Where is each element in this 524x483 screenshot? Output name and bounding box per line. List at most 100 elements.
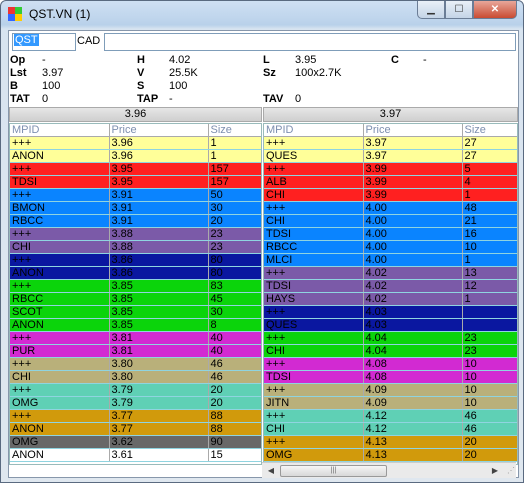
order-price: 3.80 xyxy=(109,357,209,371)
order-row[interactable]: JITN 4.09 10 xyxy=(264,396,517,410)
order-row[interactable]: +++ 3.96 1 xyxy=(10,136,261,150)
order-row[interactable]: CHI 4.12 46 xyxy=(264,422,517,436)
order-size: 48 xyxy=(462,201,517,215)
order-row[interactable]: PUR 3.81 40 xyxy=(10,344,261,358)
order-row[interactable]: RBCC 3.91 20 xyxy=(10,214,261,228)
order-row[interactable]: CHI 3.80 46 xyxy=(10,370,261,384)
order-row[interactable]: +++ 3.99 5 xyxy=(264,162,517,176)
order-row[interactable]: +++ 3.97 27 xyxy=(264,136,517,150)
order-row[interactable]: OMG 3.62 90 xyxy=(10,435,261,449)
order-row[interactable]: ANON 3.96 1 xyxy=(10,149,261,163)
ask-horizontal-scrollbar[interactable]: ◀ ||| ▶ xyxy=(262,462,516,478)
order-row[interactable]: +++ 3.88 23 xyxy=(10,227,261,241)
order-mpid: OMG xyxy=(10,396,110,410)
scroll-right-icon[interactable]: ▶ xyxy=(488,464,502,477)
order-row[interactable]: +++ 4.09 10 xyxy=(264,383,517,397)
order-row[interactable]: RBCC 4.00 10 xyxy=(264,240,517,254)
order-row[interactable]: +++ 3.85 83 xyxy=(10,279,261,293)
order-size: 4 xyxy=(462,175,517,189)
order-mpid: +++ xyxy=(264,357,364,371)
ask-price-header[interactable]: Price xyxy=(363,124,463,137)
order-size: 27 xyxy=(462,136,517,150)
order-row[interactable]: +++ 4.03 xyxy=(264,305,517,319)
order-row[interactable]: CHI 3.88 23 xyxy=(10,240,261,254)
bid-size-header[interactable]: Size xyxy=(208,124,261,137)
order-row[interactable]: +++ 4.13 20 xyxy=(264,435,517,449)
order-row[interactable]: ANON 3.77 88 xyxy=(10,422,261,436)
order-row[interactable]: +++ 3.95 157 xyxy=(10,162,261,176)
order-row[interactable]: ANON 3.61 15 xyxy=(10,448,261,462)
extra-input[interactable] xyxy=(104,33,516,51)
order-row[interactable]: +++ 3.77 88 xyxy=(10,409,261,423)
order-size: 27 xyxy=(462,149,517,163)
order-row[interactable]: +++ 3.79 20 xyxy=(10,383,261,397)
order-row[interactable]: OMG 4.13 20 xyxy=(264,448,517,462)
order-row[interactable]: +++ 4.02 13 xyxy=(264,266,517,280)
title-bar[interactable]: QST.VN (1) ▁ ☐ ✕ xyxy=(1,1,523,27)
order-row[interactable]: CHI 3.99 1 xyxy=(264,188,517,202)
order-row[interactable]: +++ 4.04 23 xyxy=(264,331,517,345)
order-row[interactable]: QUES 3.97 27 xyxy=(264,149,517,163)
symbol-input[interactable]: QST xyxy=(12,33,76,51)
bid-mpid-header[interactable]: MPID xyxy=(10,124,110,137)
order-row[interactable]: SCOT 3.85 30 xyxy=(10,305,261,319)
order-row[interactable]: +++ 4.12 46 xyxy=(264,409,517,423)
order-row[interactable]: +++ 4.00 48 xyxy=(264,201,517,215)
order-row[interactable]: CHI 4.00 21 xyxy=(264,214,517,228)
order-mpid: QUES xyxy=(264,318,364,332)
order-size: 45 xyxy=(208,292,261,306)
scroll-left-icon[interactable]: ◀ xyxy=(264,464,278,477)
order-size: 80 xyxy=(208,266,261,280)
order-row[interactable]: TDSI 3.95 157 xyxy=(10,175,261,189)
order-row[interactable]: MLCI 4.00 1 xyxy=(264,253,517,267)
bid-book[interactable]: MPID Price Size +++ 3.96 1 ANON 3.96 1 +++ 3.95… xyxy=(9,123,262,465)
order-mpid: +++ xyxy=(264,383,364,397)
bid-price-header[interactable]: Price xyxy=(109,124,209,137)
high-value: 4.02 xyxy=(169,54,191,66)
order-row[interactable]: +++ 3.81 40 xyxy=(10,331,261,345)
order-size: 30 xyxy=(208,201,261,215)
order-size: 40 xyxy=(208,344,261,358)
order-row[interactable]: TDSI 4.00 16 xyxy=(264,227,517,241)
ask-size-header[interactable]: Size xyxy=(462,124,517,137)
order-row[interactable]: HAYS 4.02 1 xyxy=(264,292,517,306)
order-row[interactable]: OMG 3.79 20 xyxy=(10,396,261,410)
ask-table: MPID Price Size +++ 3.97 27 QUES 3.97 27 +++ 3.… xyxy=(264,124,517,462)
order-price: 4.09 xyxy=(363,383,463,397)
order-row[interactable]: +++ 3.86 80 xyxy=(10,253,261,267)
order-size: 83 xyxy=(208,279,261,293)
order-mpid: CHI xyxy=(264,188,364,202)
scroll-thumb[interactable]: ||| xyxy=(280,465,387,477)
order-row[interactable]: ANON 3.85 8 xyxy=(10,318,261,332)
order-row[interactable]: TDSI 4.08 10 xyxy=(264,370,517,384)
order-row[interactable]: TDSI 4.02 12 xyxy=(264,279,517,293)
volume-label: V xyxy=(137,67,145,79)
order-mpid: +++ xyxy=(264,435,364,449)
order-mpid: +++ xyxy=(10,162,110,176)
order-size: 10 xyxy=(462,396,517,410)
order-mpid: CHI xyxy=(264,344,364,358)
order-row[interactable]: BMON 3.91 30 xyxy=(10,201,261,215)
order-row[interactable]: +++ 4.08 10 xyxy=(264,357,517,371)
order-row[interactable]: CHI 4.04 23 xyxy=(264,344,517,358)
order-size xyxy=(462,305,517,319)
maximize-button[interactable]: ☐ xyxy=(445,1,473,19)
close-button[interactable]: ✕ xyxy=(473,1,517,19)
minimize-button[interactable]: ▁ xyxy=(417,1,445,19)
order-row[interactable]: QUES 4.03 xyxy=(264,318,517,332)
resize-grip-icon[interactable]: ⋰ xyxy=(507,466,517,476)
ask-book[interactable]: MPID Price Size +++ 3.97 27 QUES 3.97 27 +++ 3.… xyxy=(263,123,518,465)
order-mpid: +++ xyxy=(264,162,364,176)
order-price: 3.81 xyxy=(109,344,209,358)
order-row[interactable]: RBCC 3.85 45 xyxy=(10,292,261,306)
order-price: 3.81 xyxy=(109,331,209,345)
order-row[interactable]: ALB 3.99 4 xyxy=(264,175,517,189)
order-row[interactable]: +++ 3.91 50 xyxy=(10,188,261,202)
bid-table: MPID Price Size +++ 3.96 1 ANON 3.96 1 +++ 3.95… xyxy=(10,124,261,462)
app-icon xyxy=(8,7,22,21)
order-row[interactable]: +++ 3.80 46 xyxy=(10,357,261,371)
order-price: 3.96 xyxy=(109,149,209,163)
ask-mpid-header[interactable]: MPID xyxy=(264,124,364,137)
order-row[interactable]: ANON 3.86 80 xyxy=(10,266,261,280)
order-price: 3.91 xyxy=(109,201,209,215)
